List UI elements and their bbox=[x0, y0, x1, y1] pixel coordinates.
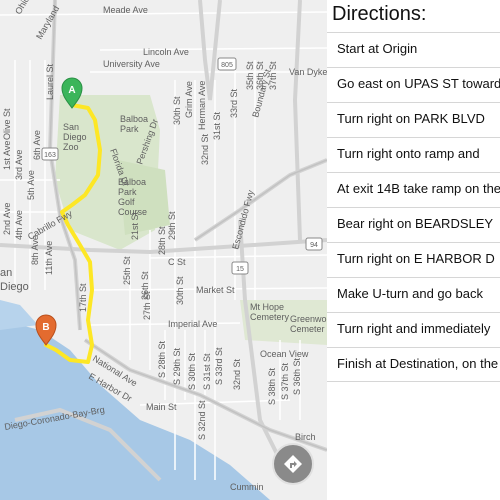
label-olive: Olive St bbox=[2, 108, 12, 140]
label-17th: 17th St bbox=[78, 283, 88, 312]
label-29th: 29th St bbox=[167, 211, 177, 240]
direction-step[interactable]: Turn right onto ramp and bbox=[327, 137, 500, 172]
label-s28: S 28th St bbox=[157, 340, 167, 378]
label-university: University Ave bbox=[103, 59, 160, 69]
svg-text:15: 15 bbox=[236, 266, 244, 273]
destination-marker-label: B bbox=[42, 322, 49, 333]
label-laurel: Laurel St bbox=[45, 63, 55, 100]
label-37th: 37th St bbox=[268, 61, 278, 90]
direction-step[interactable]: Bear right on BEARDSLEY bbox=[327, 207, 500, 242]
label-36th: 36th St bbox=[255, 61, 265, 90]
shield-163-icon: 163 bbox=[41, 147, 59, 161]
label-s36: S 36th St bbox=[292, 357, 302, 395]
shield-805-icon: 805 bbox=[217, 57, 237, 71]
directions-panel: Directions: Start at Origin Go east on U… bbox=[327, 0, 500, 500]
label-11th: 11th Ave bbox=[44, 241, 54, 275]
directions-title: Directions: bbox=[332, 3, 427, 25]
label-imperial: Imperial Ave bbox=[168, 319, 217, 329]
label-6th: 6th Ave bbox=[32, 130, 42, 160]
label-30th: 30th St bbox=[172, 96, 182, 125]
label-s29: S 29th St bbox=[172, 347, 182, 385]
label-4th: 4th Ave bbox=[14, 210, 24, 240]
label-c-st: C St bbox=[168, 257, 186, 267]
label-21st: 21st St bbox=[130, 211, 140, 240]
label-market: Market St bbox=[196, 285, 235, 295]
label-vandyke: Van Dyke Ave bbox=[289, 67, 327, 77]
navigation-button[interactable] bbox=[272, 443, 314, 485]
svg-text:805: 805 bbox=[221, 62, 233, 69]
label-s30: S 30th St bbox=[187, 352, 197, 390]
label-32nd-south: 32nd St bbox=[232, 358, 242, 390]
direction-step[interactable]: Turn right on E HARBOR D bbox=[327, 242, 500, 277]
label-city: Diego bbox=[0, 281, 29, 293]
shield-15-icon: 15 bbox=[231, 261, 249, 275]
label-35th: 35th St bbox=[245, 61, 255, 90]
label-3rd: 3rd Ave bbox=[14, 150, 24, 180]
label-greenwood: Greenwo Cemeter bbox=[290, 314, 327, 334]
direction-step[interactable]: Turn right and immediately bbox=[327, 312, 500, 347]
label-city-prefix: an bbox=[0, 267, 12, 279]
label-main: Main St bbox=[146, 402, 177, 412]
svg-text:163: 163 bbox=[44, 152, 56, 159]
label-herman: Herman Ave bbox=[197, 81, 207, 130]
label-s33: S 33rd St bbox=[214, 347, 224, 385]
label-33rd: 33rd St bbox=[229, 88, 239, 118]
direction-step[interactable]: Start at Origin bbox=[327, 32, 500, 67]
shield-94-icon: 94 bbox=[305, 237, 323, 251]
label-30th-south: 30th St bbox=[175, 276, 185, 305]
label-27th: 27th St bbox=[142, 291, 152, 320]
label-28th: 28th St bbox=[157, 226, 167, 255]
label-32nd: 32nd St bbox=[200, 133, 210, 165]
label-31st: 31st St bbox=[212, 111, 222, 140]
label-mt-hope: Mt Hope Cemetery bbox=[250, 302, 290, 322]
map-view[interactable]: 163 805 94 15 Meade Ave Lincoln Ave Univ… bbox=[0, 0, 327, 500]
label-birch: Birch bbox=[295, 432, 316, 442]
origin-marker-label: A bbox=[68, 85, 75, 96]
direction-step[interactable]: Go east on UPAS ST toward bbox=[327, 67, 500, 102]
direction-step[interactable]: Finish at Destination, on the bbox=[327, 347, 500, 382]
direction-step[interactable]: Make U-turn and go back bbox=[327, 277, 500, 312]
label-lincoln: Lincoln Ave bbox=[143, 47, 189, 57]
label-meade: Meade Ave bbox=[103, 5, 148, 15]
map-canvas[interactable]: 163 805 94 15 Meade Ave Lincoln Ave Univ… bbox=[0, 0, 327, 500]
label-5th: 5th Ave bbox=[26, 170, 36, 200]
label-2nd: 2nd Ave bbox=[2, 203, 12, 235]
direction-step[interactable]: Turn right on PARK BLVD bbox=[327, 102, 500, 137]
label-25th: 25th St bbox=[122, 256, 132, 285]
label-s31: S 31st St bbox=[202, 353, 212, 390]
label-1st: 1st Ave bbox=[2, 141, 12, 170]
label-s32: S 32nd St bbox=[197, 400, 207, 440]
turn-arrow-icon bbox=[284, 455, 302, 473]
label-ocean-view: Ocean View bbox=[260, 349, 309, 359]
label-8th: 8th Ave bbox=[30, 235, 40, 265]
svg-text:94: 94 bbox=[310, 242, 318, 249]
label-cumming: Cummin bbox=[230, 482, 264, 492]
label-grim: Grim Ave bbox=[184, 81, 194, 118]
directions-list: Start at Origin Go east on UPAS ST towar… bbox=[327, 32, 500, 382]
direction-step[interactable]: At exit 14B take ramp on the bbox=[327, 172, 500, 207]
label-s37: S 37th St bbox=[280, 362, 290, 400]
label-s38: S 38th St bbox=[267, 367, 277, 405]
